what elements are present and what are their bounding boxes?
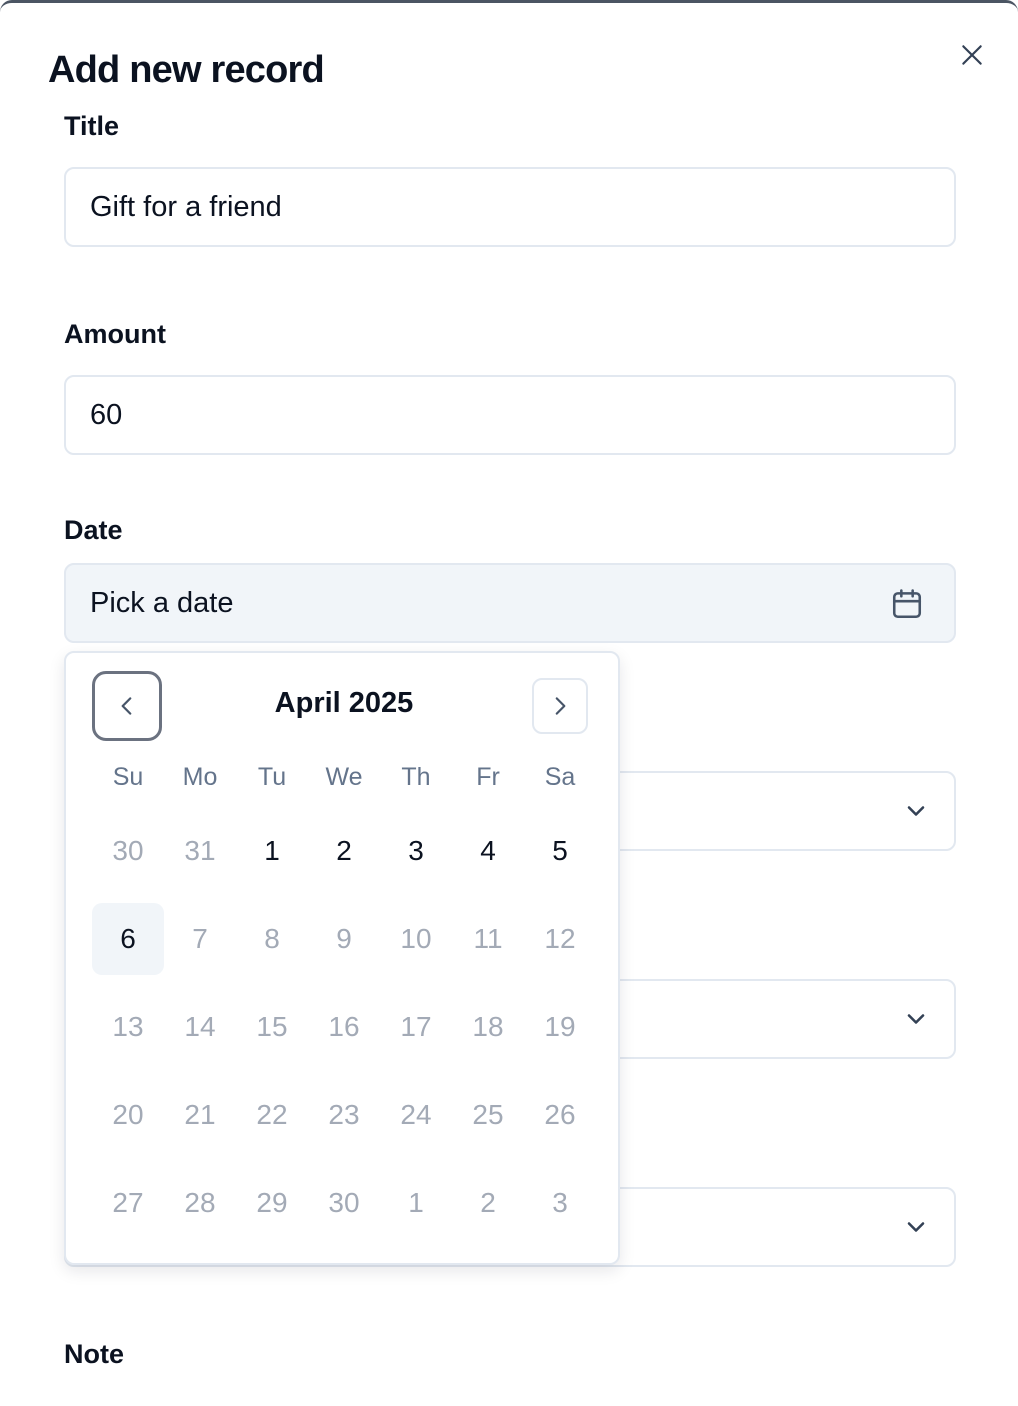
calendar-day[interactable]: 3	[524, 1167, 596, 1239]
calendar-day[interactable]: 4	[452, 815, 524, 887]
month-label: April 2025	[274, 687, 414, 719]
calendar-day[interactable]: 13	[92, 991, 164, 1063]
calendar-day[interactable]: 16	[308, 991, 380, 1063]
date-label: Date	[64, 515, 123, 545]
next-month-button[interactable]	[532, 678, 588, 734]
weekday-label: We	[325, 763, 363, 791]
title-input-value: Gift for a friend	[90, 190, 282, 223]
amount-input-value: 60	[90, 398, 123, 431]
weekday-header: Su Mo Tu We Th Fr Sa	[92, 763, 596, 799]
weekday-label: Fr	[476, 763, 500, 791]
calendar-day[interactable]: 22	[236, 1079, 308, 1151]
calendar-day[interactable]: 12	[524, 903, 596, 975]
calendar-grid: 30 31 1 2 3 4 5 6 7 8 9 10 11 12 13 14 15 16 17 18 19 20 21 22 2…	[92, 815, 596, 1255]
calendar-day[interactable]: 17	[380, 991, 452, 1063]
calendar-week: 6 7 8 9 10 11 12	[92, 903, 596, 991]
calendar-day[interactable]: 21	[164, 1079, 236, 1151]
calendar-day[interactable]: 7	[164, 903, 236, 975]
calendar-day[interactable]: 26	[524, 1079, 596, 1151]
chevron-left-icon	[121, 697, 132, 715]
calendar-day-selected[interactable]: 6	[92, 903, 164, 975]
weekday-label: Su	[112, 763, 144, 791]
calendar-day[interactable]: 25	[452, 1079, 524, 1151]
calendar-day[interactable]: 2	[308, 815, 380, 887]
note-label: Note	[64, 1339, 124, 1369]
calendar-icon	[892, 589, 922, 619]
calendar-day[interactable]: 11	[452, 903, 524, 975]
calendar-day[interactable]: 5	[524, 815, 596, 887]
calendar-day[interactable]: 23	[308, 1079, 380, 1151]
add-record-dialog: Add new record Title Gift for a friend A…	[0, 0, 1018, 1406]
date-picker-button[interactable]: Pick a date	[64, 563, 956, 643]
calendar-day[interactable]: 3	[380, 815, 452, 887]
calendar-day[interactable]: 15	[236, 991, 308, 1063]
calendar-week: 13 14 15 16 17 18 19	[92, 991, 596, 1079]
title-input[interactable]: Gift for a friend	[64, 167, 956, 247]
dialog-title: Add new record	[48, 49, 325, 91]
close-button[interactable]	[956, 39, 988, 71]
title-label: Title	[64, 111, 120, 141]
calendar-day[interactable]: 20	[92, 1079, 164, 1151]
calendar-day[interactable]: 24	[380, 1079, 452, 1151]
weekday-label: Th	[401, 763, 431, 791]
calendar-day[interactable]: 1	[380, 1167, 452, 1239]
amount-input[interactable]: 60	[64, 375, 956, 455]
calendar-week: 30 31 1 2 3 4 5	[92, 815, 596, 903]
calendar-day[interactable]: 10	[380, 903, 452, 975]
calendar-day[interactable]: 18	[452, 991, 524, 1063]
calendar-day[interactable]: 14	[164, 991, 236, 1063]
calendar-day[interactable]: 1	[236, 815, 308, 887]
calendar-week: 27 28 29 30 1 2 3	[92, 1167, 596, 1255]
calendar-day[interactable]: 2	[452, 1167, 524, 1239]
close-icon	[962, 45, 982, 65]
previous-month-button[interactable]	[92, 671, 162, 741]
calendar-day[interactable]: 28	[164, 1167, 236, 1239]
calendar-day[interactable]: 9	[308, 903, 380, 975]
weekday-label: Mo	[182, 763, 218, 791]
calendar-popover: April 2025 Su Mo Tu We Th Fr Sa 30 31 1 2 3 4…	[64, 651, 620, 1265]
weekday-label: Tu	[257, 763, 287, 791]
calendar-day[interactable]: 30	[308, 1167, 380, 1239]
calendar-day[interactable]: 19	[524, 991, 596, 1063]
calendar-day[interactable]: 31	[164, 815, 236, 887]
calendar-day[interactable]: 8	[236, 903, 308, 975]
calendar-day[interactable]: 29	[236, 1167, 308, 1239]
chevron-down-icon	[907, 806, 925, 816]
calendar-day[interactable]: 27	[92, 1167, 164, 1239]
calendar-week: 20 21 22 23 24 25 26	[92, 1079, 596, 1167]
chevron-down-icon	[907, 1222, 925, 1232]
amount-label: Amount	[64, 319, 166, 349]
chevron-down-icon	[907, 1014, 925, 1024]
chevron-right-icon	[555, 697, 566, 715]
date-placeholder: Pick a date	[90, 586, 234, 619]
calendar-day[interactable]: 30	[92, 815, 164, 887]
weekday-label: Sa	[544, 763, 576, 791]
